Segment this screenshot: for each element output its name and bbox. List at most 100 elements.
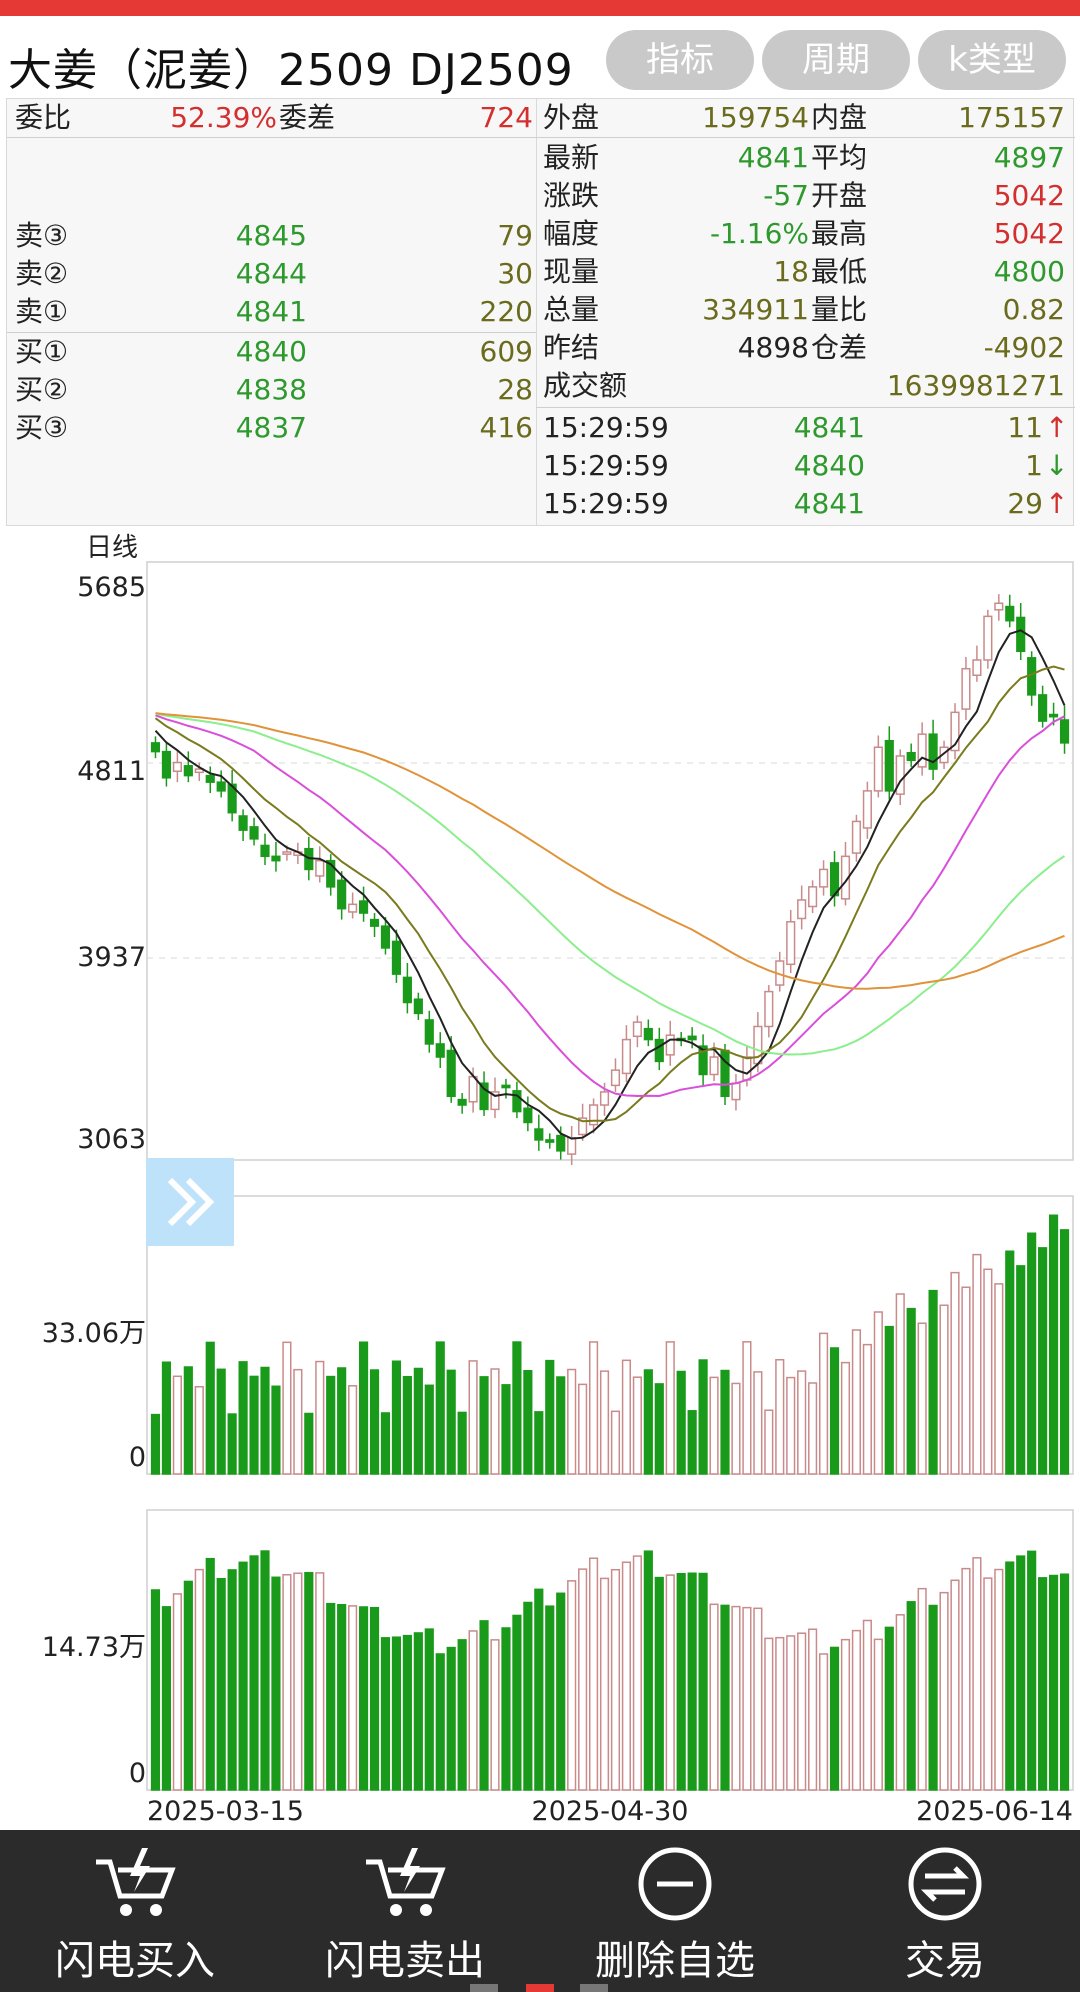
volume-bar xyxy=(786,1376,796,1475)
sell-3-label: 卖③ xyxy=(15,219,69,252)
volume-bar xyxy=(326,1375,336,1475)
volume-bar xyxy=(632,1376,642,1475)
oi-bar xyxy=(391,1636,402,1791)
volume-bar xyxy=(369,1369,380,1475)
oi-bar xyxy=(194,1568,204,1791)
stat-value: 5042 xyxy=(993,179,1065,212)
candle-body xyxy=(402,976,412,1004)
oi-bar xyxy=(599,1577,610,1791)
oi-bar xyxy=(183,1580,193,1791)
oi-bar xyxy=(698,1572,708,1791)
candle-body xyxy=(413,998,423,1015)
volume-bar xyxy=(238,1361,248,1475)
oi-bar xyxy=(578,1568,588,1791)
flash-buy-button[interactable]: 闪电买入 xyxy=(0,1830,270,1992)
volume-bar xyxy=(753,1371,763,1475)
page-indicator-dot-active xyxy=(526,1984,554,1992)
trade-button[interactable]: 交易 xyxy=(810,1830,1080,1992)
price-axis-label: 3937 xyxy=(77,942,146,973)
oi-bar xyxy=(150,1589,161,1791)
oi-bar xyxy=(961,1567,971,1791)
weibi-label: 委比 xyxy=(15,101,72,134)
price-panel-frame xyxy=(146,561,1074,1161)
volume-bar xyxy=(304,1412,314,1475)
oi-bar xyxy=(260,1550,270,1791)
period-label: 日线 xyxy=(86,533,138,563)
flash-sell-button[interactable]: 闪电卖出 xyxy=(270,1830,540,1992)
candle-body xyxy=(172,761,182,772)
tick-volume: 29 xyxy=(1007,487,1043,520)
volume-bar xyxy=(545,1359,555,1475)
volume-bar xyxy=(643,1369,653,1475)
buy-2-volume: 28 xyxy=(497,373,533,406)
oi-bar xyxy=(588,1557,599,1791)
volume-bar xyxy=(260,1366,270,1475)
stat-label: 总量 xyxy=(543,293,600,326)
sell-2-volume: 30 xyxy=(497,257,533,290)
volume-bar xyxy=(665,1341,675,1475)
tick-row: 15:29:59 4840 1 ↓ xyxy=(543,447,1073,485)
stat-value: 4898 xyxy=(737,331,809,364)
volume-bar xyxy=(840,1361,851,1475)
oi-bar xyxy=(873,1638,883,1791)
double-chevron-right-icon xyxy=(167,1177,215,1227)
oi-bar xyxy=(610,1568,621,1791)
volume-bar xyxy=(939,1304,949,1475)
tick-row: 15:29:59 4841 29 ↑ xyxy=(543,485,1073,523)
oi-axis-label: 14.73万 xyxy=(42,1632,146,1663)
stat-label: 涨跌 xyxy=(543,179,600,212)
volume-bar xyxy=(950,1271,960,1475)
candle-body xyxy=(972,659,982,677)
volume-bar xyxy=(676,1370,686,1475)
oi-bar xyxy=(972,1557,982,1791)
volume-bar xyxy=(588,1341,599,1475)
oi-bar xyxy=(829,1646,840,1791)
candle-body xyxy=(610,1069,621,1087)
oi-bar xyxy=(1048,1574,1059,1791)
stat-label: 最新 xyxy=(543,141,600,174)
candle-body xyxy=(731,1082,741,1101)
candle-body xyxy=(797,899,807,920)
order-buy-2: 买② 4838 28 xyxy=(15,371,535,409)
volume-bar xyxy=(337,1367,347,1475)
candle-body xyxy=(271,855,281,862)
candle-body xyxy=(161,750,172,779)
stat-row-now-low: 现量 18 最低 4800 xyxy=(543,253,1073,291)
period-button[interactable]: 周期 xyxy=(762,30,910,90)
cart-lightning-icon xyxy=(366,1848,446,1916)
candle-body xyxy=(391,940,402,975)
candle-body xyxy=(1005,605,1015,622)
candle-body xyxy=(183,765,193,777)
volume-bar xyxy=(435,1341,445,1475)
candle-body xyxy=(216,781,226,792)
oi-bar xyxy=(643,1550,653,1791)
volume-bar xyxy=(402,1375,412,1475)
volume-bar xyxy=(479,1376,489,1475)
remove-watchlist-button[interactable]: 删除自选 xyxy=(540,1830,810,1992)
candle-body xyxy=(150,742,161,753)
oi-bar xyxy=(556,1592,566,1791)
candle-body xyxy=(983,615,993,661)
stat-label: 最高 xyxy=(811,217,868,250)
candles-layer xyxy=(150,594,1070,1166)
candle-body xyxy=(446,1049,456,1098)
price-axis-label: 4811 xyxy=(77,756,146,787)
volume-axis-label: 0 xyxy=(129,1442,146,1473)
volume-bar xyxy=(1016,1265,1026,1475)
oi-bar xyxy=(523,1601,533,1791)
tick-price: 4841 xyxy=(793,411,865,444)
volume-bar xyxy=(1027,1232,1037,1475)
k-type-button[interactable]: k类型 xyxy=(918,30,1066,90)
volume-bar xyxy=(468,1360,478,1475)
header: 大姜（泥姜）2509 DJ2509 指标 周期 k类型 xyxy=(0,16,1080,102)
volume-bar xyxy=(567,1368,577,1475)
oi-bar xyxy=(818,1653,829,1791)
volume-bar xyxy=(501,1384,511,1475)
indicator-button[interactable]: 指标 xyxy=(606,30,754,90)
oi-bar xyxy=(227,1569,237,1791)
volume-bar xyxy=(906,1307,916,1475)
stat-label: 开盘 xyxy=(811,179,868,212)
oi-bar xyxy=(446,1646,456,1791)
expand-arrow-button[interactable] xyxy=(146,1158,234,1246)
oi-bar xyxy=(402,1634,412,1791)
